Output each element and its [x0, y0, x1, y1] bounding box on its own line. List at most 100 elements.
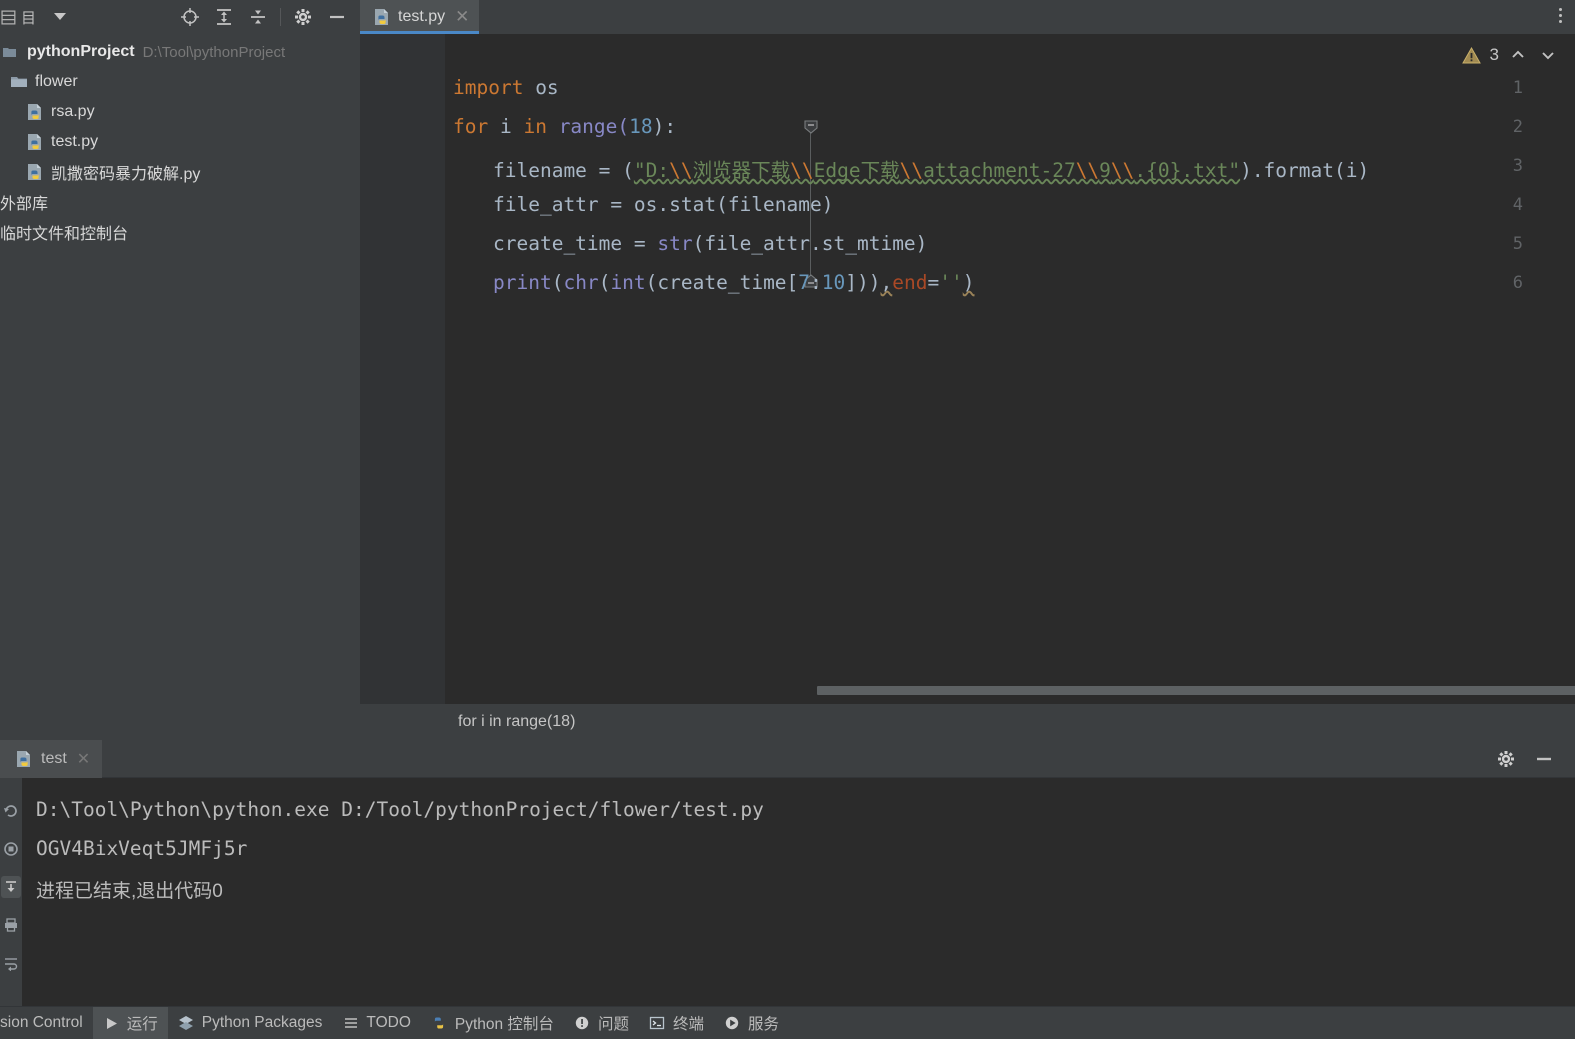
code-editor[interactable]: 1 2 3 4 5 6 import os for i in range(18)… — [360, 34, 1575, 704]
scroll-to-end-icon[interactable] — [1, 876, 21, 898]
keyword-in: in — [523, 115, 547, 138]
statusbar-item-python-packages[interactable]: Python Packages — [168, 1007, 333, 1039]
console-output[interactable]: D:\Tool\Python\python.exe D:/Tool/python… — [22, 778, 1575, 1006]
code-text: , — [880, 271, 893, 294]
tree-label: pythonProject — [27, 43, 135, 60]
tree-sublabel: D:\Tool\pythonProject — [142, 43, 286, 61]
expand-all-icon[interactable] — [207, 2, 241, 32]
chevron-up-icon[interactable] — [1507, 44, 1529, 66]
gear-icon[interactable] — [286, 2, 320, 32]
number-literal: 7 — [798, 271, 811, 294]
escape-sequence: \\ — [1075, 159, 1100, 182]
run-tab-test[interactable]: test ✕ — [0, 739, 103, 778]
close-icon[interactable]: ✕ — [455, 7, 469, 27]
project-panel-title: 目 — [21, 9, 37, 27]
keyword-argument: end — [892, 271, 928, 294]
string-literal: Edge下载 — [813, 159, 900, 182]
console-toolbar — [0, 778, 22, 1006]
code-line-5: create_time = str(file_attr.st_mtime) — [493, 232, 927, 255]
statusbar-item-terminal[interactable]: 终端 — [639, 1007, 714, 1039]
code-text: = — [927, 271, 940, 294]
tree-item-rsa-py[interactable]: rsa.py — [0, 97, 360, 127]
code-text: ): — [652, 115, 677, 138]
minimize-icon[interactable] — [1527, 744, 1561, 774]
tree-item-test-py[interactable]: test.py — [0, 127, 360, 157]
code-text: (filename) — [716, 193, 834, 216]
tree-item-flower[interactable]: flower — [0, 67, 360, 97]
soft-wrap-icon[interactable] — [1, 952, 21, 974]
string-literal: 9 — [1099, 159, 1111, 182]
python-file-icon — [24, 102, 46, 122]
packages-icon — [178, 1015, 195, 1032]
editor-text-area[interactable]: import os for i in range(18): filename =… — [445, 34, 1575, 704]
pycharm-window: 目 pythonProject D:\Tool\pythonProject fl… — [0, 0, 1575, 1039]
code-text: (file_attr.st_mtime) — [692, 232, 928, 255]
rerun-icon[interactable] — [1, 800, 21, 822]
tree-label: 凯撒密码暴力破解.py — [51, 166, 201, 183]
project-view-icon — [0, 7, 20, 27]
project-toolbar — [173, 2, 360, 32]
status-bar: sion Control 运行 Python Packages TODO Pyt… — [0, 1006, 1575, 1039]
builtin-int: int — [610, 271, 646, 294]
python-file-icon — [372, 7, 392, 27]
editor-horizontal-scrollbar[interactable] — [445, 686, 1575, 696]
code-text: filename = ( — [493, 159, 634, 182]
number-literal: 10 — [821, 271, 846, 294]
code-text: ( — [551, 271, 564, 294]
statusbar-label: Python 控制台 — [454, 1016, 554, 1033]
escape-sequence: \\ — [790, 159, 814, 182]
python-file-icon — [24, 162, 46, 182]
chevron-down-icon[interactable] — [1537, 44, 1559, 66]
folder-icon — [8, 72, 30, 92]
statusbar-item-problems[interactable]: 问题 — [564, 1007, 639, 1039]
statusbar-item-version-control[interactable]: sion Control — [0, 1007, 93, 1039]
escape-sequence: \\ — [669, 159, 693, 182]
tree-item-caesar-py[interactable]: 凯撒密码暴力破解.py — [0, 157, 360, 187]
statusbar-item-python-console[interactable]: Python 控制台 — [421, 1007, 564, 1039]
code-text: file_attr = os. — [493, 193, 670, 216]
code-line-6: print(chr(int(create_time[7:10])),end=''… — [493, 271, 974, 294]
statusbar-label: Python Packages — [201, 1014, 323, 1031]
keyword-for: for — [453, 115, 489, 138]
inspection-widget[interactable]: 3 — [1461, 44, 1559, 66]
statusbar-label: sion Control — [0, 1014, 83, 1031]
gear-icon[interactable] — [1489, 744, 1523, 774]
tree-item-project-root[interactable]: pythonProject D:\Tool\pythonProject — [0, 37, 360, 67]
print-icon[interactable] — [1, 914, 21, 936]
editor-tab-test-py[interactable]: test.py ✕ — [360, 0, 480, 34]
statusbar-item-services[interactable]: 服务 — [714, 1007, 789, 1039]
statusbar-label: TODO — [366, 1014, 411, 1031]
chevron-down-icon[interactable] — [52, 9, 68, 25]
statusbar-item-run[interactable]: 运行 — [92, 1006, 168, 1039]
code-text: ) — [962, 271, 975, 294]
locate-icon[interactable] — [173, 2, 207, 32]
string-literal: '' — [939, 271, 963, 294]
code-line-1: import os — [453, 76, 559, 99]
editor-gutter[interactable] — [360, 34, 445, 704]
code-line-3: filename = ("D:\\浏览器下载\\Edge下载\\attachme… — [493, 154, 1369, 183]
code-text: ])) — [845, 271, 881, 294]
services-icon — [724, 1015, 741, 1032]
editor-tabbar: test.py ✕ — [360, 0, 1575, 34]
string-literal: .{0}.txt" — [1134, 159, 1241, 182]
terminal-icon — [649, 1015, 666, 1032]
escape-sequence: \\ — [1110, 159, 1135, 182]
statusbar-item-todo[interactable]: TODO — [332, 1007, 421, 1039]
breadcrumb-label: for i in range(18) — [458, 713, 576, 730]
scrollbar-thumb[interactable] — [817, 686, 1575, 695]
collapse-all-icon[interactable] — [241, 2, 275, 32]
project-root-icon — [0, 42, 22, 62]
breadcrumb[interactable]: for i in range(18) — [360, 704, 1575, 740]
project-tree[interactable]: pythonProject D:\Tool\pythonProject flow… — [0, 34, 360, 740]
close-icon[interactable]: ✕ — [77, 749, 90, 769]
minimize-icon[interactable] — [320, 2, 354, 32]
statusbar-label: 服务 — [747, 1016, 779, 1033]
tab-overflow-menu-icon[interactable] — [1545, 0, 1575, 30]
tree-item-scratches[interactable]: 临时文件和控制台 — [0, 217, 360, 247]
stop-icon[interactable] — [1, 838, 21, 860]
string-literal: "D: — [633, 159, 670, 182]
tree-label: flower — [35, 73, 78, 90]
toolbar-divider — [280, 8, 281, 26]
code-text: create_time = — [493, 232, 658, 255]
tree-item-external-libraries[interactable]: 外部库 — [0, 187, 360, 217]
